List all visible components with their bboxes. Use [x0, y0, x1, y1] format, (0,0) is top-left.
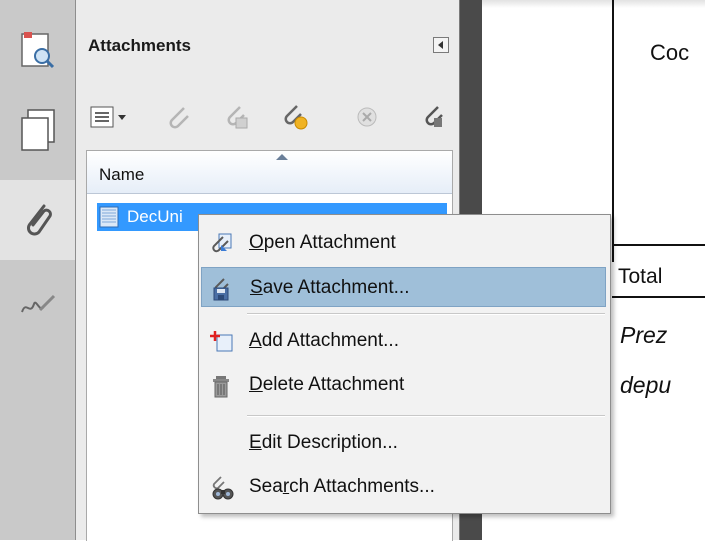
menu-item-delete-attachment[interactable]: Delete Attachment [201, 365, 606, 405]
save-attachment-icon [213, 278, 229, 301]
add-attachment-icon [284, 105, 308, 130]
trash-icon [213, 376, 229, 398]
delete-attachment-toolbar-button[interactable] [352, 102, 382, 132]
table-border-horizontal [612, 244, 705, 246]
table-border-horizontal-2 [612, 296, 705, 298]
panel-header: Attachments [76, 0, 459, 90]
add-attachment-toolbar-button[interactable] [280, 102, 310, 132]
search-attachments-toolbar-button[interactable] [422, 102, 448, 132]
collapse-panel-button[interactable] [433, 37, 449, 53]
menu-item-label: Search Attachments... [249, 476, 435, 497]
document-text-italic-2: depu [620, 372, 672, 398]
paperclip-icon [26, 204, 52, 236]
panel-title: Attachments [88, 36, 191, 55]
rail-signatures-button[interactable] [0, 275, 75, 335]
menu-item-edit-description[interactable]: Edit Description... [201, 423, 606, 463]
document-text-total: Total [618, 265, 663, 288]
list-options-icon [90, 106, 126, 128]
page-search-icon [20, 32, 54, 69]
triangle-left-icon [438, 41, 443, 49]
sort-ascending-icon [276, 154, 288, 160]
open-attachment-toolbar-button[interactable] [164, 102, 194, 132]
add-attachment-icon [210, 331, 233, 352]
rail-pages-button[interactable] [0, 100, 75, 160]
pages-icon [20, 109, 55, 151]
attachment-filename: DecUni [127, 207, 183, 226]
menu-item-label: Save Attachment... [250, 277, 410, 298]
navigation-rail [0, 0, 76, 540]
menu-separator [247, 313, 605, 315]
menu-separator [247, 415, 605, 417]
attachment-context-menu: Open Attachment Save Attachment... Add A… [198, 214, 611, 514]
save-attachment-icon [227, 106, 248, 129]
binoculars-icon [212, 476, 234, 500]
menu-item-open-attachment[interactable]: Open Attachment [201, 223, 606, 263]
attachments-toolbar [76, 96, 459, 144]
open-attachment-icon [212, 233, 232, 253]
signature-pen-icon [20, 294, 55, 313]
open-attachment-icon [169, 107, 189, 129]
document-text-top: Coc [650, 40, 690, 65]
menu-item-label: Open Attachment [249, 232, 396, 253]
menu-item-label: Edit Description... [249, 432, 398, 453]
menu-item-label: Add Attachment... [249, 330, 399, 351]
menu-item-add-attachment[interactable]: Add Attachment... [201, 321, 606, 361]
menu-item-search-attachments[interactable]: Search Attachments... [201, 467, 606, 507]
table-border-vertical [612, 0, 614, 262]
column-name-label: Name [99, 165, 145, 184]
menu-item-label: Delete Attachment [249, 374, 405, 395]
column-header-name[interactable]: Name [87, 151, 452, 194]
rail-page-thumbnails-button[interactable] [0, 20, 75, 80]
rail-attachments-button[interactable] [0, 180, 75, 260]
options-menu-button[interactable] [88, 102, 132, 132]
file-icon [99, 206, 119, 228]
delete-circle-icon [357, 107, 377, 127]
search-attachment-icon [425, 106, 443, 127]
document-top-shadow [482, 0, 705, 8]
save-attachment-toolbar-button[interactable] [222, 102, 252, 132]
menu-item-save-attachment[interactable]: Save Attachment... [201, 267, 606, 307]
document-text-italic-1: Prez [620, 322, 668, 348]
